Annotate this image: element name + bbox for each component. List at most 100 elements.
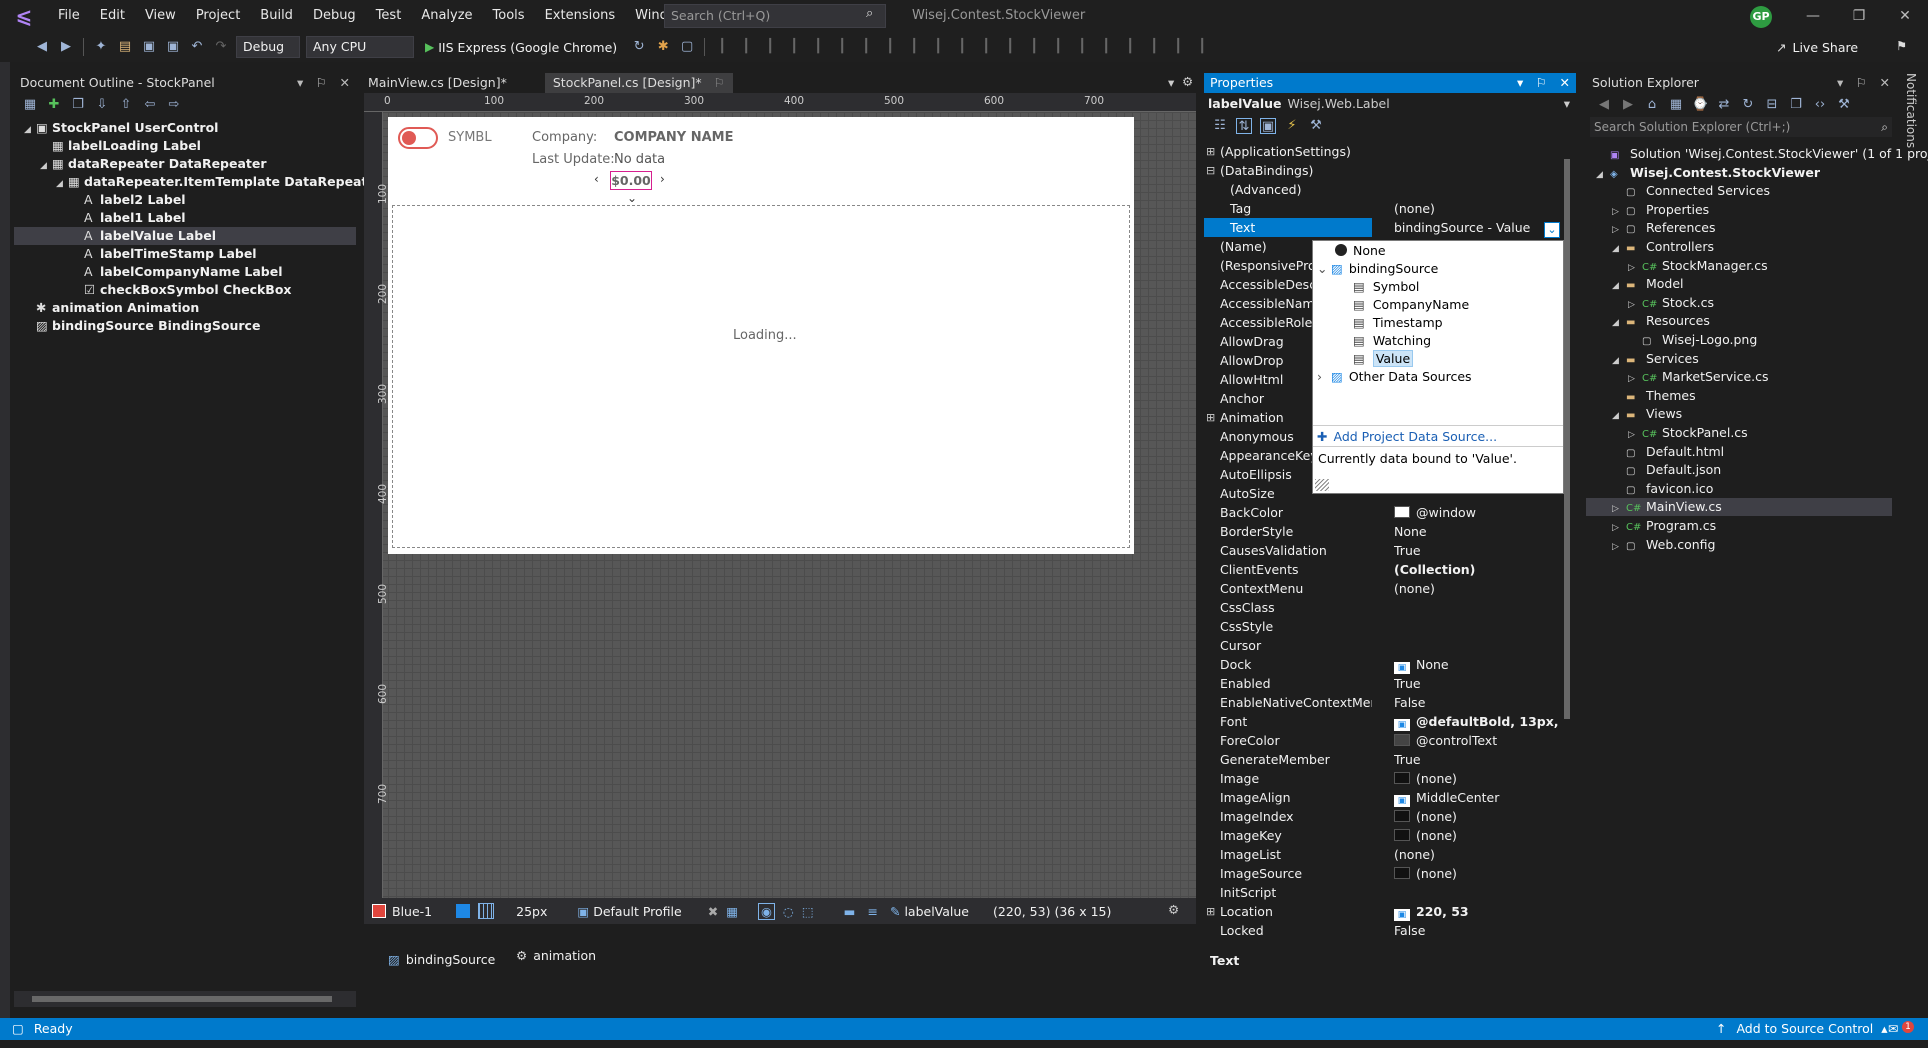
binding-option[interactable]: ▤ Timestamp xyxy=(1313,314,1563,332)
move-right-icon[interactable]: ⇨ xyxy=(166,97,182,113)
move-up-icon[interactable]: ⇧ xyxy=(118,97,134,113)
property-value[interactable]: True xyxy=(1394,750,1566,769)
solution-item[interactable]: ▬ Themes xyxy=(1586,387,1892,405)
theme-color-icon[interactable] xyxy=(372,904,386,918)
expand-icon[interactable]: ▷ xyxy=(1612,203,1626,221)
outline-tool-icon[interactable]: ▦ xyxy=(22,97,38,113)
solution-item[interactable]: ▢ Wisej-Logo.png xyxy=(1586,331,1892,349)
binding-option[interactable]: None xyxy=(1313,242,1563,260)
property-row[interactable]: ImageList (none) xyxy=(1204,845,1576,864)
property-value[interactable]: True xyxy=(1394,541,1566,560)
property-value[interactable]: (none) xyxy=(1394,769,1566,788)
new-project-icon[interactable]: ✦ xyxy=(93,39,109,55)
outline-horizontal-scrollbar[interactable] xyxy=(14,991,356,1007)
property-value[interactable]: False xyxy=(1394,921,1566,940)
property-row[interactable]: ImageSource (none) xyxy=(1204,864,1576,883)
expand-icon[interactable]: ◢ xyxy=(40,157,52,175)
data-binding-dropdown[interactable]: None ⌄ ▨ bindingSource ▤ Symbol ▤ CompanyName ▤ T… xyxy=(1312,240,1564,494)
profile-select[interactable]: Default Profile xyxy=(593,904,682,919)
property-value[interactable]: (none) xyxy=(1394,845,1566,864)
outline-item[interactable]: AlabelCompanyName Label xyxy=(14,263,356,281)
property-value[interactable]: None xyxy=(1394,522,1566,541)
vs-logo-icon[interactable]: ⩽ xyxy=(0,4,48,28)
tab-overflow-icon[interactable]: ▾ xyxy=(1168,75,1174,90)
solution-item[interactable]: ◢ ◈ Wisej.Contest.StockViewer xyxy=(1586,164,1892,182)
expand-icon[interactable]: ◢ xyxy=(1612,240,1626,258)
outline-item[interactable]: ☑ checkBoxSymbol CheckBox xyxy=(14,281,356,299)
chevron-down-icon[interactable]: ▾ xyxy=(1564,96,1570,111)
solution-item[interactable]: ▷ ▢ Web.config xyxy=(1586,536,1892,554)
alphabetical-icon[interactable]: ⇅ xyxy=(1236,118,1252,134)
grid-icon[interactable] xyxy=(478,903,495,919)
expand-icon[interactable]: ▷ xyxy=(1628,296,1642,314)
property-value[interactable]: (none) xyxy=(1394,864,1566,883)
snap-icon[interactable]: ⬚ xyxy=(802,904,814,919)
color-icon[interactable] xyxy=(456,904,471,918)
binding-option[interactable]: ▤ Watching xyxy=(1313,332,1563,350)
run-icon[interactable]: ▶ xyxy=(425,40,434,54)
minimize-button[interactable]: — xyxy=(1790,0,1836,32)
property-value[interactable]: @controlText xyxy=(1394,731,1566,750)
solution-item[interactable]: ◢ ▬ Resources xyxy=(1586,312,1892,330)
grid-size-select[interactable]: 25px xyxy=(516,904,547,919)
property-value[interactable]: ▣ None xyxy=(1394,655,1566,674)
solution-item[interactable]: ▷ ▢ References xyxy=(1586,219,1892,237)
expand-icon[interactable]: ◢ xyxy=(1612,352,1626,370)
notification-bell-icon[interactable]: ✉ xyxy=(1888,1018,1898,1040)
binding-option[interactable]: › ▨ Other Data Sources xyxy=(1313,368,1563,386)
property-row[interactable]: CausesValidation True xyxy=(1204,541,1576,560)
outline-item[interactable]: Alabel1 Label xyxy=(14,209,356,227)
notifications-tab[interactable]: Notifications xyxy=(1900,73,1922,153)
solution-item[interactable]: ▢ Connected Services xyxy=(1586,182,1892,200)
expand-icon[interactable]: ▷ xyxy=(1628,259,1642,277)
solution-item[interactable]: ▷ C# StockPanel.cs xyxy=(1586,424,1892,442)
expand-icon[interactable]: ▷ xyxy=(1612,538,1626,556)
expand-icon[interactable] xyxy=(1612,482,1626,500)
expand-icon[interactable]: ▷ xyxy=(1612,500,1626,518)
outline-item[interactable]: Alabel2 Label xyxy=(14,191,356,209)
theme-select[interactable]: Blue-1 xyxy=(392,904,432,919)
property-row[interactable]: BorderStyle None xyxy=(1204,522,1576,541)
menu-tools[interactable]: Tools xyxy=(483,0,535,32)
expand-icon[interactable] xyxy=(1612,184,1626,202)
config-select[interactable]: Debug xyxy=(236,36,300,58)
panel-controls[interactable]: ▾ ⚐ ✕ xyxy=(297,73,350,93)
resize-down-icon[interactable]: ⌄ xyxy=(627,191,637,205)
expand-icon[interactable] xyxy=(1596,147,1610,165)
solution-item[interactable]: ▷ C# MainView.cs xyxy=(1586,498,1892,518)
property-row[interactable]: ImageKey (none) xyxy=(1204,826,1576,845)
expand-icon[interactable]: ◢ xyxy=(1612,407,1626,425)
property-row[interactable]: ⊞ Location ▣ 220, 53 xyxy=(1204,902,1576,921)
layout-icon[interactable]: ▬ xyxy=(844,904,856,919)
property-pages-icon[interactable]: ⚒ xyxy=(1308,118,1324,134)
property-value[interactable]: (none) xyxy=(1394,807,1566,826)
home-icon[interactable]: ⌂ xyxy=(1644,97,1660,113)
property-row[interactable]: Image (none) xyxy=(1204,769,1576,788)
solution-item[interactable]: ▷ C# MarketService.cs xyxy=(1586,368,1892,386)
chevron-right-icon[interactable]: › xyxy=(1317,368,1331,386)
chevron-down-icon[interactable]: ⌄ xyxy=(1317,260,1331,278)
property-row[interactable]: ForeColor @controlText xyxy=(1204,731,1576,750)
solution-item[interactable]: ▣ Solution 'Wisej.Contest.StockViewer' (1… xyxy=(1586,145,1928,165)
sync-icon[interactable]: ⇄ xyxy=(1716,97,1732,113)
search-input[interactable]: Search (Ctrl+Q) xyxy=(664,4,886,28)
menu-extensions[interactable]: Extensions xyxy=(535,0,626,32)
property-value[interactable]: (none) xyxy=(1394,199,1566,218)
property-value[interactable]: ▣ 220, 53 xyxy=(1394,902,1566,921)
binding-option[interactable]: ⌄ ▨ bindingSource xyxy=(1313,260,1563,278)
expand-icon[interactable] xyxy=(1612,389,1626,407)
property-value[interactable]: (none) xyxy=(1394,826,1566,845)
solution-item[interactable]: ▷ ▢ Properties xyxy=(1586,201,1892,219)
expand-icon[interactable]: ▷ xyxy=(1612,221,1626,239)
settings-gear-icon[interactable]: ⚙ xyxy=(1182,74,1193,89)
resize-right-icon[interactable]: › xyxy=(660,172,665,186)
outline-item[interactable]: ◢ ▣ StockPanel UserControl xyxy=(14,119,356,137)
solution-search-input[interactable]: Search Solution Explorer (Ctrl+;) ⌕ xyxy=(1590,117,1892,137)
search-icon[interactable]: ⌕ xyxy=(866,6,873,21)
property-row[interactable]: ⊞ (ApplicationSettings) xyxy=(1204,142,1576,161)
arrange-icon[interactable]: ≡ xyxy=(867,904,877,919)
outline-item[interactable]: ▨ bindingSource BindingSource xyxy=(14,317,356,335)
property-row[interactable]: BackColor @window xyxy=(1204,503,1576,522)
wrench-icon[interactable]: ⚒ xyxy=(1836,97,1852,113)
menu-build[interactable]: Build xyxy=(250,0,303,32)
